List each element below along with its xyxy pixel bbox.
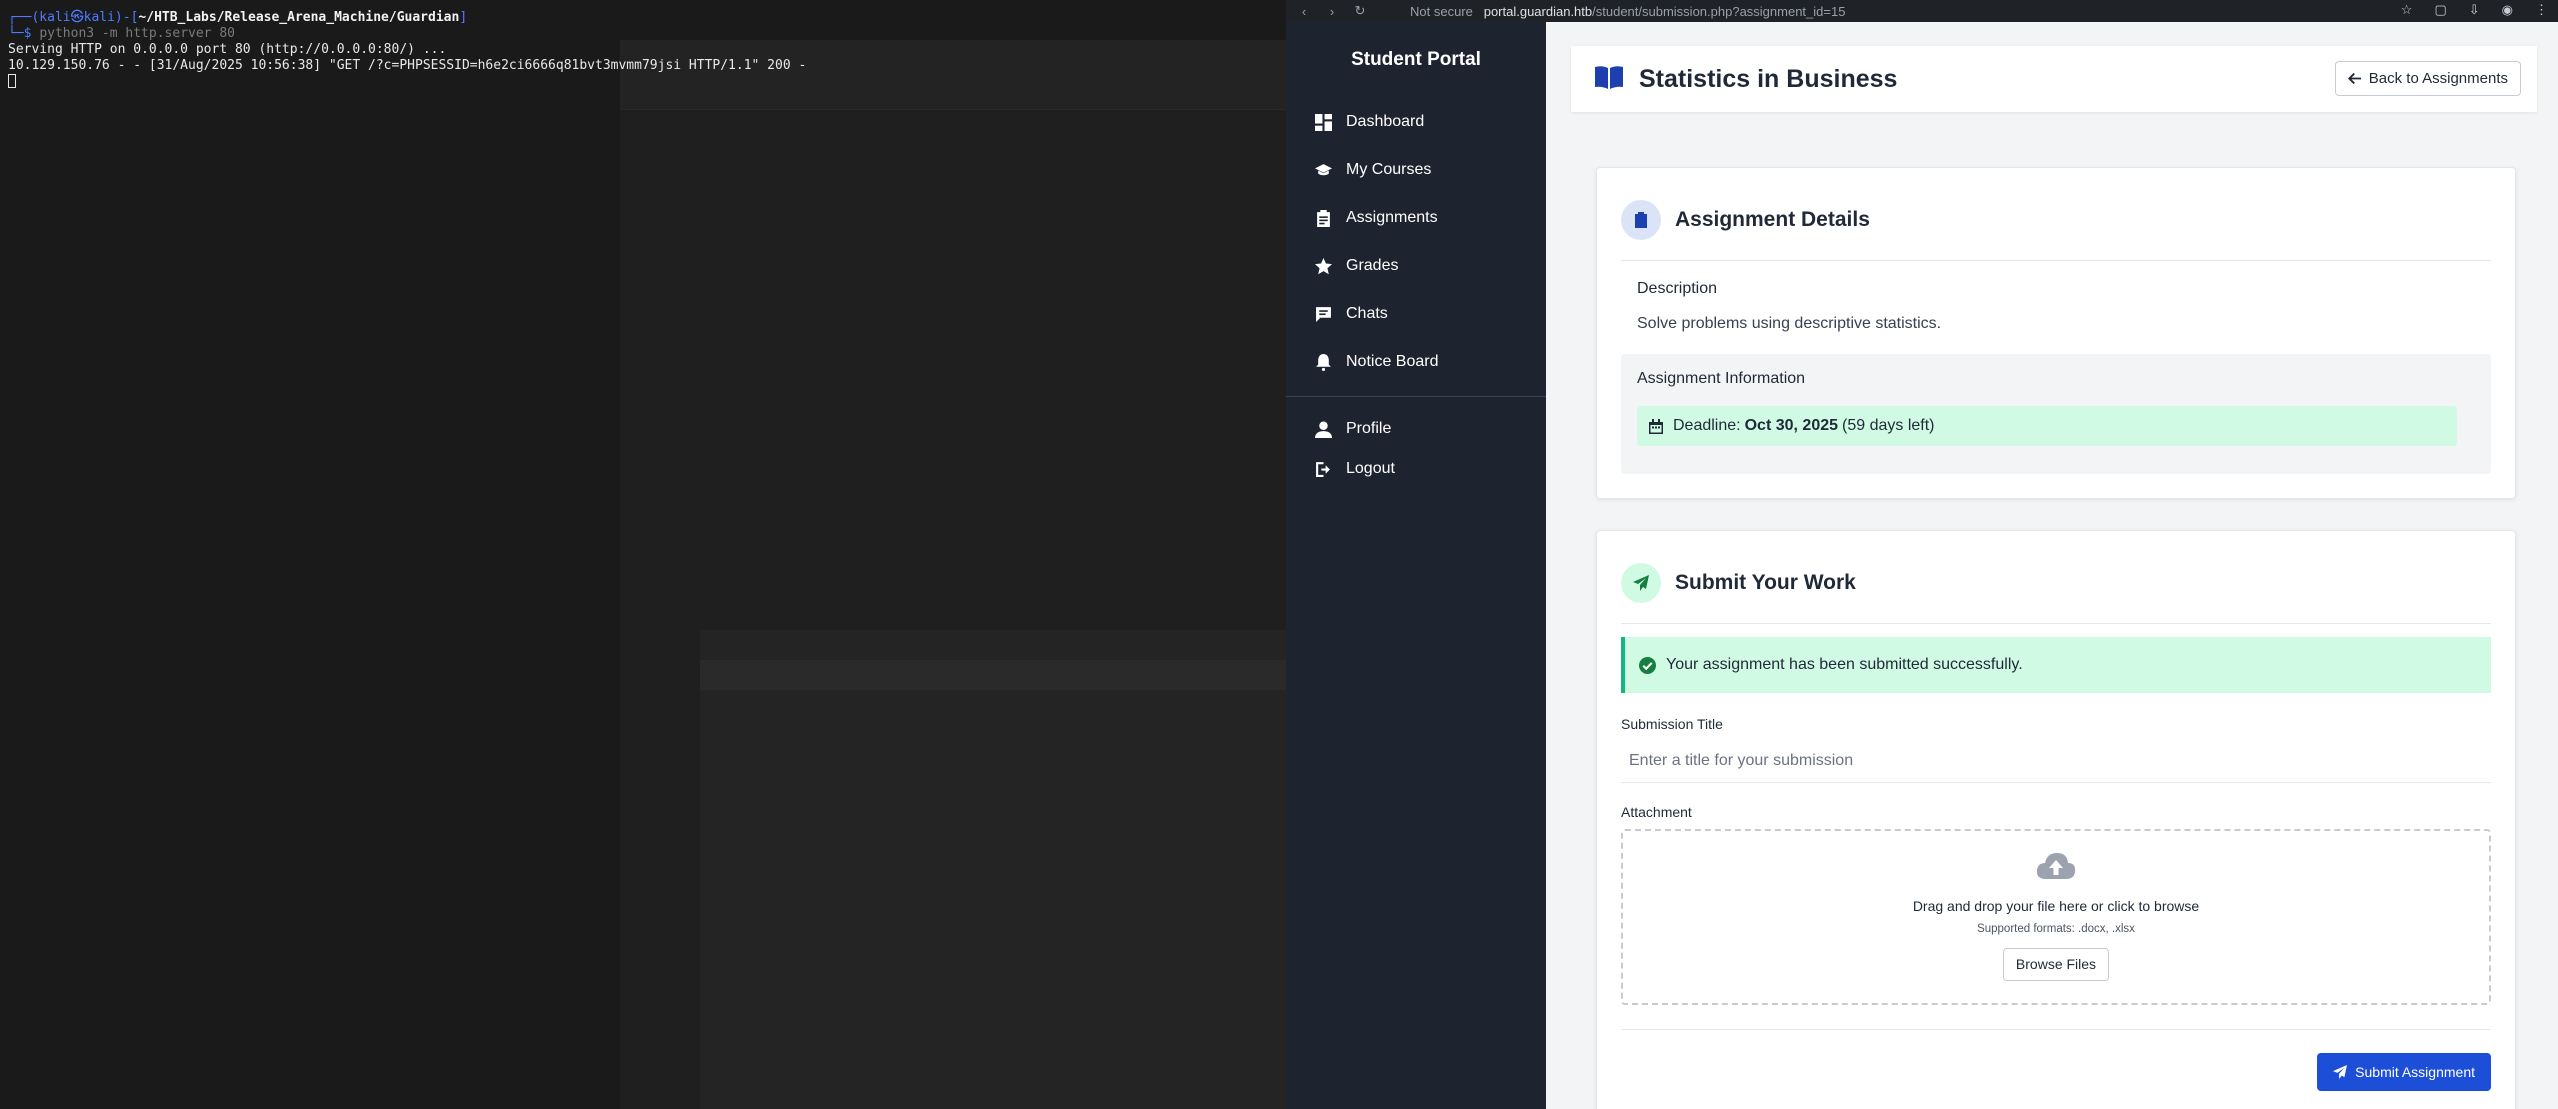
sidebar-brand[interactable]: Student Portal — [1286, 30, 1546, 90]
clipboard-icon — [1621, 200, 1661, 240]
submit-button-label: Submit Assignment — [2355, 1064, 2475, 1080]
file-dropzone[interactable]: Drag and drop your file here or click to… — [1621, 829, 2491, 1005]
prompt-path: ~/HTB_Labs/Release_Arena_Machine/Guardia… — [138, 10, 460, 25]
sidebar-item-label: Grades — [1346, 257, 1399, 274]
page-title: Statistics in Business — [1639, 64, 1898, 93]
sidebar-item-label: Chats — [1346, 305, 1388, 322]
card-divider — [1621, 623, 2491, 624]
sidebar-divider — [1286, 396, 1546, 397]
terminal-command: python3 -m http.server 80 — [39, 26, 235, 41]
url-path: /student/submission.php?assignment_id=15 — [1592, 3, 1846, 19]
sidebar-item-label: Profile — [1346, 420, 1392, 437]
sidebar-item-assignments[interactable]: Assignments — [1286, 194, 1546, 242]
card-divider — [1621, 260, 2491, 261]
forward-nav-icon[interactable]: › — [1322, 4, 1342, 19]
terminal-cursor-line[interactable] — [8, 74, 1278, 91]
bell-icon — [1314, 353, 1332, 371]
sidebar-item-label: Dashboard — [1346, 113, 1425, 130]
browse-files-button[interactable]: Browse Files — [2002, 948, 2110, 981]
background-window-ghost — [620, 40, 1286, 1109]
paper-plane-icon — [1621, 563, 1661, 603]
submission-title-input[interactable] — [1621, 739, 2491, 783]
sidebar-item-label: Assignments — [1346, 209, 1438, 226]
extensions-icon[interactable]: ▢ — [2434, 2, 2446, 18]
terminal-cursor — [8, 74, 16, 88]
paper-plane-icon — [2333, 1065, 2348, 1079]
card-heading: Submit Your Work — [1675, 571, 1856, 594]
cloud-upload-icon — [1623, 831, 2489, 886]
arrow-left-icon — [2347, 72, 2361, 85]
attachment-label: Attachment — [1621, 804, 1692, 820]
terminal-output-2: 10.129.150.76 - - [31/Aug/2025 10:56:38]… — [8, 58, 807, 73]
reload-icon[interactable]: ↻ — [1350, 3, 1370, 19]
sidebar-item-logout[interactable]: Logout — [1286, 449, 1546, 489]
back-to-assignments-button[interactable]: Back to Assignments — [2334, 61, 2521, 96]
browser-toolbar: ‹ › ↻ Not secure portal.guardian.htb/stu… — [1286, 0, 2558, 22]
sidebar-item-label: Notice Board — [1346, 353, 1439, 370]
sidebar-item-profile[interactable]: Profile — [1286, 409, 1546, 449]
submission-title-label: Submission Title — [1621, 716, 1723, 732]
back-nav-icon[interactable]: ‹ — [1294, 4, 1314, 19]
description-text: Solve problems using descriptive statist… — [1637, 315, 1942, 332]
page-header: Statistics in Business Back to Assignmen… — [1571, 46, 2537, 112]
assignment-details-card: Assignment Details Description Solve pro… — [1596, 167, 2516, 499]
success-message: Your assignment has been submitted succe… — [1666, 656, 2023, 673]
sidebar-item-chats[interactable]: Chats — [1286, 290, 1546, 338]
dropzone-text: Drag and drop your file here or click to… — [1912, 898, 2200, 914]
sidebar-item-label: My Courses — [1346, 161, 1432, 178]
submit-assignment-button[interactable]: Submit Assignment — [2317, 1053, 2491, 1091]
sidebar-item-grades[interactable]: Grades — [1286, 242, 1546, 290]
bookmark-star-icon[interactable]: ☆ — [2401, 2, 2413, 18]
calendar-icon — [1649, 418, 1663, 434]
address-bar[interactable]: Not secure portal.guardian.htb/student/s… — [1410, 4, 1845, 19]
browser-menu-icon[interactable]: ⋮ — [2535, 2, 2548, 18]
sidebar: Student Portal Dashboard My Courses Assi… — [1286, 22, 1546, 1109]
deadline-badge: Deadline: Oct 30, 2025 (59 days left) — [1637, 406, 2457, 446]
chat-icon — [1314, 305, 1332, 323]
sidebar-item-my-courses[interactable]: My Courses — [1286, 146, 1546, 194]
deadline-days-left: (59 days left) — [1842, 417, 1935, 434]
terminal-window[interactable]: ┌──(kali㉿kali)-[~/HTB_Labs/Release_Arena… — [0, 0, 1286, 1109]
security-indicator[interactable]: Not secure — [1410, 4, 1473, 19]
sidebar-item-notice-board[interactable]: Notice Board — [1286, 338, 1546, 386]
sidebar-item-label: Logout — [1346, 460, 1395, 477]
deadline-date: Oct 30, 2025 — [1744, 417, 1839, 434]
terminal-prompt-line: ┌──(kali㉿kali)-[~/HTB_Labs/Release_Arena… — [8, 10, 468, 25]
sidebar-item-dashboard[interactable]: Dashboard — [1286, 98, 1546, 146]
submit-work-card: Submit Your Work Your assignment has bee… — [1596, 530, 2516, 1109]
back-button-label: Back to Assignments — [2368, 70, 2508, 87]
user-icon — [1314, 420, 1332, 438]
deadline-prefix: Deadline: — [1673, 417, 1741, 434]
terminal-command-line: └─$ python3 -m http.server 80 — [8, 26, 235, 41]
browser-window: ‹ › ↻ Not secure portal.guardian.htb/stu… — [1286, 0, 2558, 1109]
dashboard-icon — [1314, 113, 1332, 131]
assignment-info-label: Assignment Information — [1637, 370, 1806, 387]
description-label: Description — [1637, 280, 1718, 297]
prompt-user: (kali㉿kali) — [31, 10, 123, 25]
account-icon[interactable]: ◉ — [2502, 2, 2513, 18]
star-icon — [1314, 257, 1332, 275]
main-content: Statistics in Business Back to Assignmen… — [1546, 22, 2558, 1109]
book-open-icon — [1595, 65, 1623, 94]
supported-formats: Supported formats: .docx, .xlsx — [1977, 923, 2135, 935]
terminal-output-1: Serving HTTP on 0.0.0.0 port 80 (http://… — [8, 42, 447, 57]
success-alert: Your assignment has been submitted succe… — [1621, 637, 2491, 693]
clipboard-icon — [1314, 209, 1332, 227]
logout-icon — [1314, 460, 1332, 478]
download-icon[interactable]: ⇩ — [2469, 2, 2480, 18]
graduation-cap-icon — [1314, 161, 1332, 179]
assignment-info-box: Assignment Information Deadline: Oct 30,… — [1621, 354, 2491, 474]
check-circle-icon — [1639, 656, 1656, 674]
sidebar-menu: Dashboard My Courses Assignments Grades … — [1286, 98, 1546, 386]
card-divider — [1621, 1029, 2491, 1030]
url-host: portal.guardian.htb — [1483, 3, 1593, 19]
sidebar-bottom-menu: Profile Logout — [1286, 409, 1546, 489]
card-heading: Assignment Details — [1675, 208, 1870, 231]
